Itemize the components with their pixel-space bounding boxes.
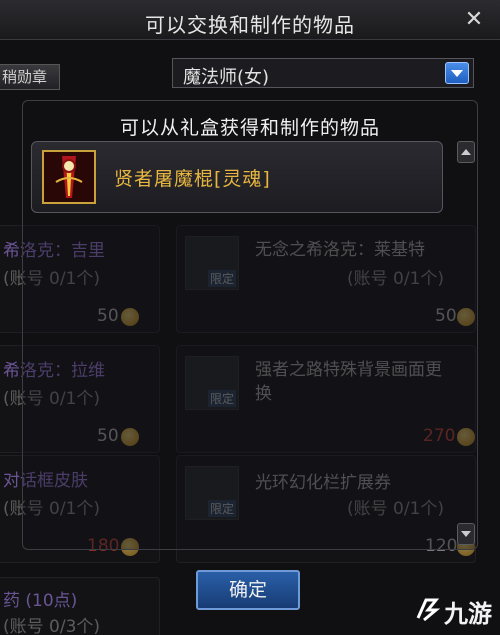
scrollbar[interactable] <box>457 141 475 545</box>
scroll-up-icon[interactable] <box>457 141 475 163</box>
item-row-staff[interactable]: 贤者屠魔棍[灵魂] <box>31 141 443 213</box>
class-select-dropdown[interactable]: 魔法师(女) <box>172 58 474 88</box>
item-name: 药 (10点) <box>3 591 78 611</box>
popup-title: 可以从礼盒获得和制作的物品 <box>119 117 380 139</box>
close-icon[interactable]: ✕ <box>462 8 486 32</box>
window-title: 可以交换和制作的物品 <box>145 13 355 37</box>
side-tab-medal[interactable]: 稍勋章 <box>0 64 60 90</box>
watermark: 九游 <box>414 594 492 629</box>
scroll-down-icon[interactable] <box>457 523 475 545</box>
item-name: 贤者屠魔棍[灵魂] <box>114 168 271 190</box>
title-bar: 可以交换和制作的物品 ✕ <box>0 0 500 40</box>
chevron-down-icon[interactable] <box>445 62 469 84</box>
item-quantity: (账号 0/3个) <box>3 617 101 635</box>
jiuyou-logo-icon <box>414 596 441 628</box>
list-item[interactable]: 药 (10点) (账号 0/3个) <box>0 577 160 635</box>
confirm-button[interactable]: 确定 <box>196 570 300 610</box>
gift-box-items-popup: 可以从礼盒获得和制作的物品 贤者屠魔棍[灵魂] <box>22 100 478 550</box>
staff-item-icon <box>42 150 96 204</box>
class-select-value: 魔法师(女) <box>183 67 270 88</box>
exchange-window: 可以交换和制作的物品 ✕ 稍勋章 魔法师(女) 希洛克：吉里 (账号 0/1个)… <box>0 0 500 635</box>
watermark-text: 九游 <box>444 600 492 628</box>
